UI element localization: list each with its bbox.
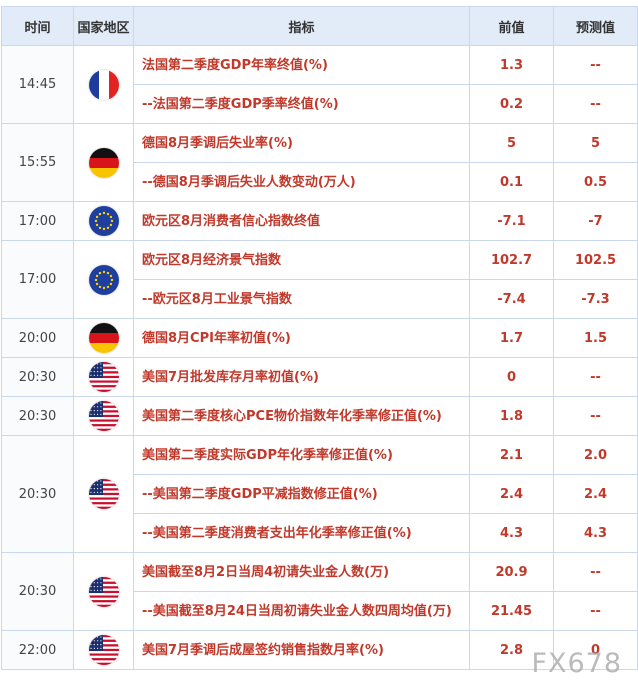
economic-calendar-table: 时间 国家地区 指标 前值 预测值 14:45 法国第二季度GDP年率终值(%) 1…	[1, 6, 638, 670]
previous-value: 0.1	[469, 162, 554, 202]
event-time: 20:30	[1, 435, 74, 553]
forecast-value: 102.5	[553, 240, 638, 280]
indicator-name: --美国第二季度GDP平减指数修正值(%)	[133, 474, 470, 514]
previous-value: 0.2	[469, 84, 554, 124]
indicator-name: 法国第二季度GDP年率终值(%)	[133, 45, 470, 85]
header-forecast: 预测值	[553, 6, 638, 46]
previous-value: 1.7	[469, 318, 554, 358]
watermark-text: FX678	[531, 648, 622, 679]
previous-value: 5	[469, 123, 554, 163]
table-row: 17:00 欧元区8月消费者信心指数终值 -7.1 -7	[1, 201, 638, 241]
usa-flag-icon	[88, 576, 119, 607]
table-row: 20:00 德国8月CPI年率初值(%) 1.7 1.5	[1, 318, 638, 358]
indicator-name: --欧元区8月工业景气指数	[133, 279, 470, 319]
table-row: 20:30 美国第二季度实际GDP年化季率修正值(%) 2.1 2.0	[1, 435, 638, 553]
previous-value: 0	[469, 357, 554, 397]
previous-value: 20.9	[469, 552, 554, 592]
previous-value: 1.8	[469, 396, 554, 436]
forecast-value: --	[553, 396, 638, 436]
forecast-value: -7.3	[553, 279, 638, 319]
table-row: 20:30 美国第二季度核心PCE物价指数年化季率修正值(%) 1.8 --	[1, 396, 638, 436]
table-row: 20:30 美国7月批发库存月率初值(%) 0 --	[1, 357, 638, 397]
event-time: 20:30	[1, 357, 74, 397]
forecast-value: 0.5	[553, 162, 638, 202]
france-flag-icon	[88, 69, 119, 100]
country-flag-cell	[73, 630, 134, 670]
event-time: 20:30	[1, 552, 74, 631]
indicator-name: 欧元区8月消费者信心指数终值	[133, 201, 470, 241]
previous-value: 2.1	[469, 435, 554, 475]
indicator-name: 德国8月CPI年率初值(%)	[133, 318, 470, 358]
germany-flag-icon	[88, 147, 119, 178]
event-time: 17:00	[1, 201, 74, 241]
table-row: 14:45 法国第二季度GDP年率终值(%) 1.3 --	[1, 45, 638, 124]
forecast-value: --	[553, 591, 638, 631]
country-flag-cell	[73, 357, 134, 397]
forecast-value: --	[553, 45, 638, 85]
previous-value: 1.3	[469, 45, 554, 85]
country-flag-cell	[73, 552, 134, 631]
table-body: 14:45 法国第二季度GDP年率终值(%) 1.3 -- --法国第二季度GDP季率终…	[1, 45, 638, 670]
country-flag-cell	[73, 45, 134, 124]
previous-value: 21.45	[469, 591, 554, 631]
country-flag-cell	[73, 240, 134, 319]
event-time: 17:00	[1, 240, 74, 319]
header-region: 国家地区	[73, 6, 134, 46]
indicator-name: 美国7月季调后成屋签约销售指数月率(%)	[133, 630, 470, 670]
table-row: 20:30 美国截至8月2日当周4初请失业金人数(万) 20.9 --	[1, 552, 638, 631]
indicator-name: 德国8月季调后失业率(%)	[133, 123, 470, 163]
indicator-name: --法国第二季度GDP季率终值(%)	[133, 84, 470, 124]
previous-value: -7.4	[469, 279, 554, 319]
indicator-name: 美国第二季度核心PCE物价指数年化季率修正值(%)	[133, 396, 470, 436]
forecast-value: 1.5	[553, 318, 638, 358]
country-flag-cell	[73, 435, 134, 553]
previous-value: 102.7	[469, 240, 554, 280]
indicator-name: --德国8月季调后失业人数变动(万人)	[133, 162, 470, 202]
previous-value: 4.3	[469, 513, 554, 553]
forecast-value: 2.0	[553, 435, 638, 475]
event-time: 20:30	[1, 396, 74, 436]
header-time: 时间	[1, 6, 74, 46]
eu-flag-icon	[88, 206, 119, 236]
indicator-name: 美国截至8月2日当周4初请失业金人数(万)	[133, 552, 470, 592]
country-flag-cell	[73, 201, 134, 241]
event-time: 20:00	[1, 318, 74, 358]
forecast-value: -7	[553, 201, 638, 241]
usa-flag-icon	[88, 479, 119, 509]
header-indicator: 指标	[133, 6, 470, 46]
usa-flag-icon	[88, 362, 119, 392]
table-row: 15:55 德国8月季调后失业率(%) 5 5	[1, 123, 638, 202]
indicator-name: --美国截至8月24日当周初请失业金人数四周均值(万)	[133, 591, 470, 631]
forecast-value: 5	[553, 123, 638, 163]
usa-flag-icon	[88, 401, 119, 431]
indicator-name: 美国7月批发库存月率初值(%)	[133, 357, 470, 397]
event-time: 14:45	[1, 45, 74, 124]
germany-flag-icon	[88, 323, 119, 353]
usa-flag-icon	[88, 635, 119, 665]
table-row: 17:00 欧元区8月经济景气指数 102.7 102.5	[1, 240, 638, 319]
forecast-value: --	[553, 84, 638, 124]
forecast-value: --	[553, 357, 638, 397]
previous-value: -7.1	[469, 201, 554, 241]
forecast-value: 4.3	[553, 513, 638, 553]
country-flag-cell	[73, 396, 134, 436]
indicator-name: 美国第二季度实际GDP年化季率修正值(%)	[133, 435, 470, 475]
header-prev: 前值	[469, 6, 554, 46]
previous-value: 2.4	[469, 474, 554, 514]
indicator-name: 欧元区8月经济景气指数	[133, 240, 470, 280]
forecast-value: 2.4	[553, 474, 638, 514]
eu-flag-icon	[88, 264, 119, 295]
country-flag-cell	[73, 318, 134, 358]
indicator-name: --美国第二季度消费者支出年化季率修正值(%)	[133, 513, 470, 553]
event-time: 15:55	[1, 123, 74, 202]
table-header-row: 时间 国家地区 指标 前值 预测值	[1, 6, 638, 46]
event-time: 22:00	[1, 630, 74, 670]
country-flag-cell	[73, 123, 134, 202]
forecast-value: --	[553, 552, 638, 592]
